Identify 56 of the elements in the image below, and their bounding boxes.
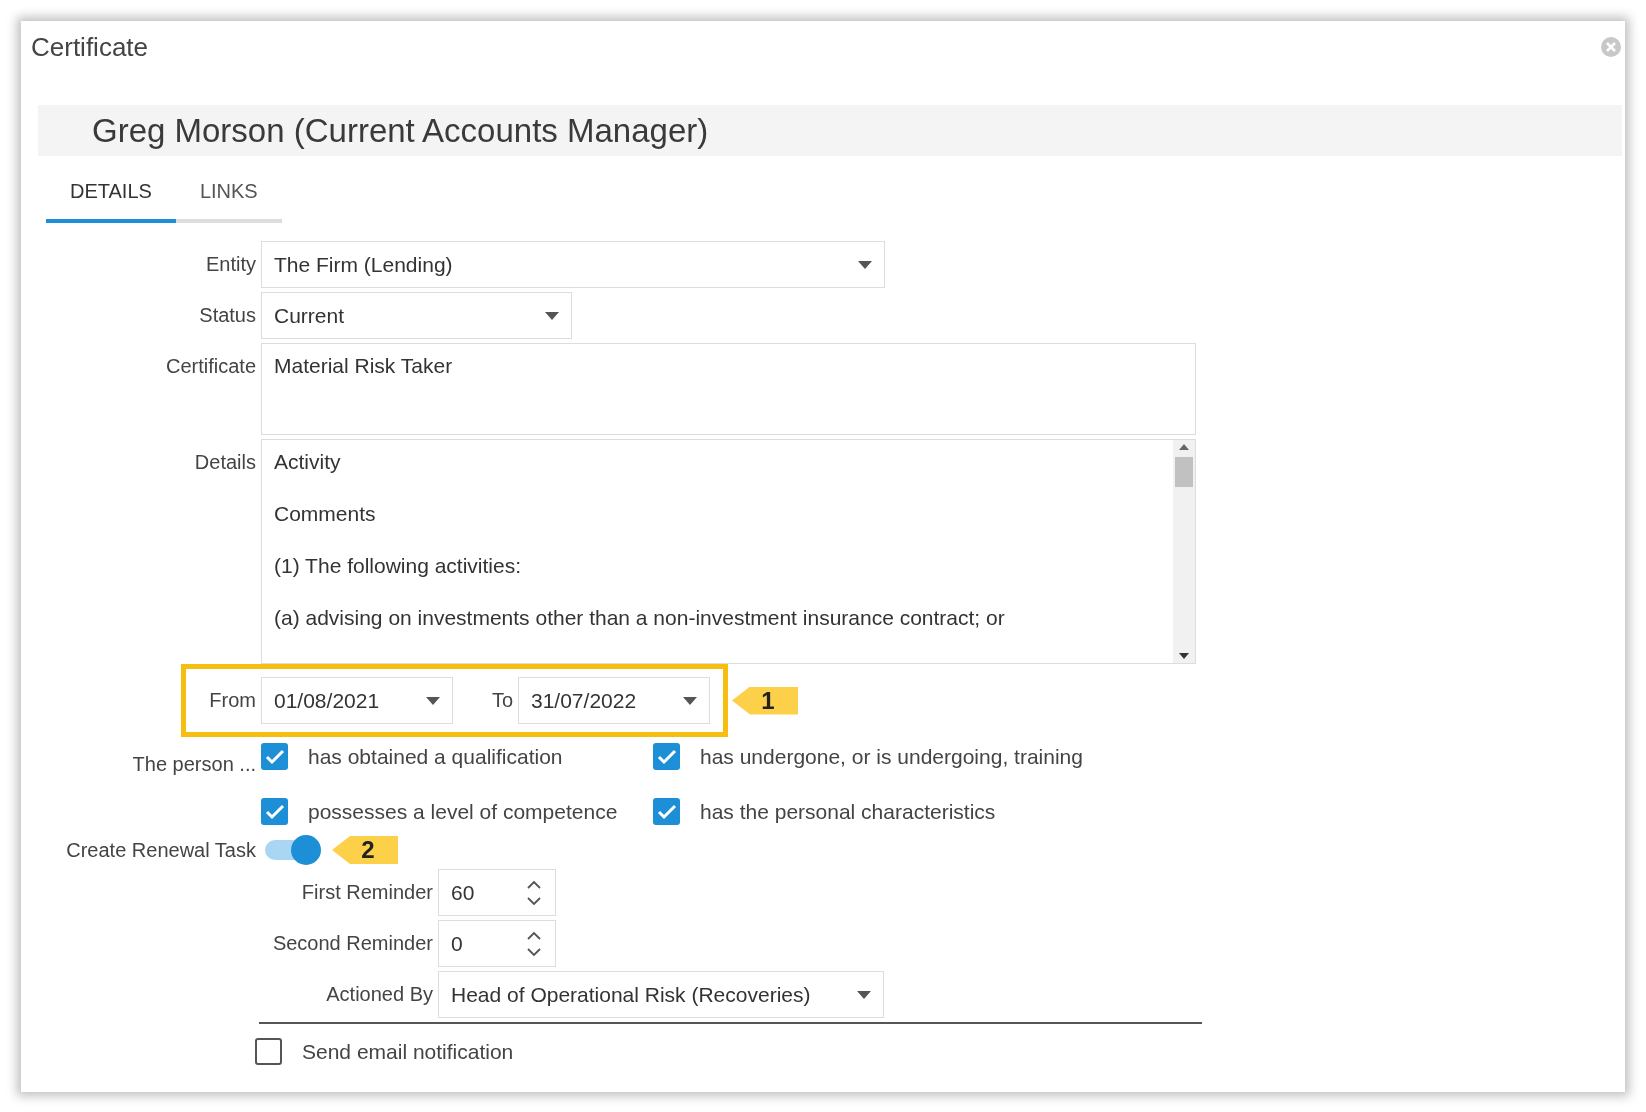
caret-icon (858, 260, 872, 269)
scrollbar[interactable] (1173, 440, 1195, 663)
field-label: First Reminder (300, 880, 433, 904)
caret-icon (683, 696, 697, 705)
check-icon (264, 748, 285, 765)
field-label: Details (193, 450, 256, 474)
callout-marker: 2 (332, 836, 398, 864)
checkbox-label: possesses a level of competence (308, 799, 618, 824)
field-label: Certificate (164, 354, 256, 378)
spinner-icon[interactable] (527, 878, 541, 907)
tab[interactable]: LINKS (175, 166, 282, 223)
callout-marker: 1 (732, 686, 798, 715)
checkbox[interactable] (653, 798, 680, 825)
field-label: The person ... (131, 752, 256, 776)
details-field[interactable]: Activity Comments (1) The following activities: (a) advising on investments other than a non-investment insurance contract; or (261, 439, 1196, 664)
number-field[interactable]: 0 (438, 920, 556, 967)
checkbox[interactable] (261, 798, 288, 825)
field-label: Entity (204, 252, 256, 276)
toggle-switch[interactable] (265, 835, 323, 865)
details-line: Activity (274, 450, 342, 474)
field-label: Actioned By (325, 982, 433, 1006)
certificate-field[interactable]: Material Risk Taker (261, 343, 1196, 435)
checkbox[interactable] (255, 1038, 282, 1065)
scroll-thumb[interactable] (1175, 456, 1193, 487)
actioned-by-dropdown[interactable]: Head of Operational Risk (Recoveries) (438, 971, 884, 1018)
check-icon (656, 748, 677, 765)
scroll-up-icon[interactable] (1179, 444, 1189, 450)
scroll-down-icon[interactable] (1179, 653, 1189, 659)
checkbox-label: Send email notification (302, 1039, 514, 1064)
number-field[interactable]: 60 (438, 869, 556, 916)
caret-icon (857, 990, 871, 999)
details-line: (1) The following activities: (274, 554, 523, 578)
entity-dropdown[interactable]: The Firm (Lending) (261, 241, 885, 288)
checkbox-label: has undergone, or is undergoing, training (700, 744, 1083, 769)
spinner-icon[interactable] (527, 929, 541, 958)
details-line: Comments (274, 502, 377, 526)
caret-icon (545, 311, 559, 320)
checkbox-label: has obtained a qualification (308, 744, 563, 769)
tab[interactable]: DETAILS (46, 166, 176, 223)
to-date-dropdown[interactable]: 31/07/2022 (518, 677, 710, 724)
caret-icon (426, 696, 440, 705)
check-icon (264, 803, 285, 820)
checkbox[interactable] (261, 743, 288, 770)
checkbox[interactable] (653, 743, 680, 770)
person-header: Greg Morson (Current Accounts Manager) (38, 105, 1622, 156)
field-label: Status (198, 303, 256, 327)
dialog-title: Certificate (31, 31, 149, 63)
details-line: (a) advising on investments other than a non-investment insurance contract; or (274, 606, 1006, 630)
field-label: To (490, 689, 513, 712)
field-label: Create Renewal Task (65, 838, 256, 862)
field-label: From (208, 689, 256, 712)
field-label: Second Reminder (271, 931, 433, 955)
status-dropdown[interactable]: Current (261, 292, 572, 339)
from-date-dropdown[interactable]: 01/08/2021 (261, 677, 453, 724)
check-icon (656, 803, 677, 820)
checkbox-label: has the personal characteristics (700, 799, 996, 824)
